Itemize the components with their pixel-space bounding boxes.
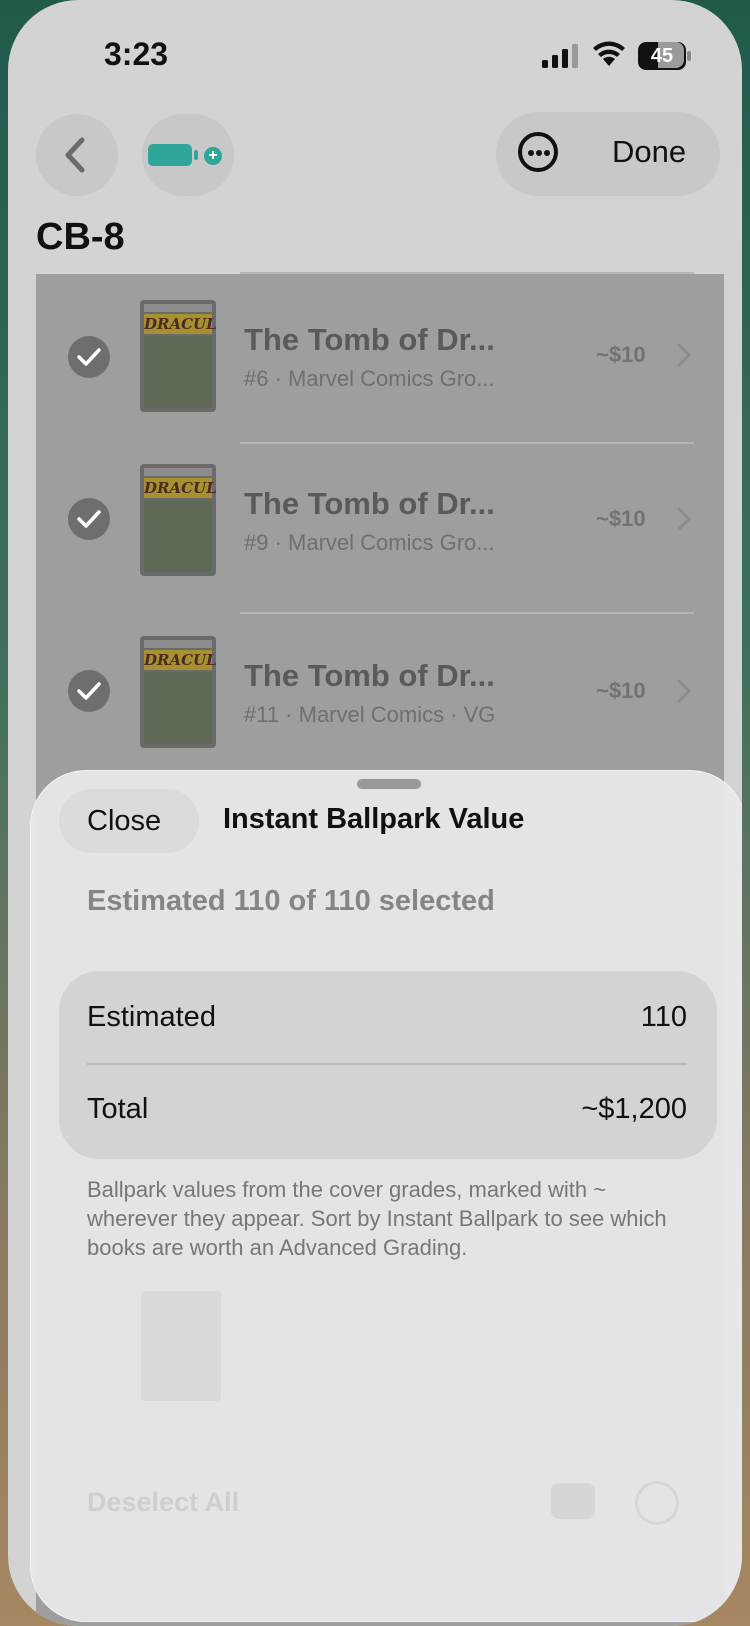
deselect-all-button[interactable]: Deselect All: [87, 1487, 239, 1518]
chevron-right-icon: [677, 343, 692, 367]
selected-checkbox[interactable]: [68, 670, 110, 712]
info-icon[interactable]: [635, 1481, 679, 1525]
comic-cover: DRACULA: [140, 464, 216, 576]
add-battery-button[interactable]: +: [142, 114, 234, 196]
selected-checkbox[interactable]: [68, 498, 110, 540]
back-chevron-icon: [65, 137, 85, 173]
blurred-cover: [141, 1291, 221, 1401]
nav-right-group: Done: [496, 112, 720, 196]
checkmark-icon: [77, 510, 101, 528]
estimated-label: Estimated: [87, 1001, 216, 1033]
wifi-icon: [593, 41, 625, 66]
comic-cover: DRACULA: [140, 300, 216, 412]
comic-price: ~$10: [596, 678, 646, 703]
battery-icon: 45: [638, 42, 692, 70]
list-item[interactable]: DRACULA The Tomb of Dr... #9 · Marvel Co…: [36, 442, 724, 612]
signal-icon: [542, 44, 578, 68]
comic-cover: DRACULA: [140, 636, 216, 748]
more-icon[interactable]: [518, 132, 558, 172]
page-title: CB-8: [36, 216, 125, 258]
comic-title: The Tomb of Dr...: [244, 658, 495, 693]
status-bar: 3:23 45: [8, 0, 742, 110]
close-button[interactable]: Close: [59, 789, 199, 853]
comic-title: The Tomb of Dr...: [244, 486, 495, 521]
back-button[interactable]: [36, 114, 118, 196]
battery-level: 45: [650, 45, 674, 67]
ballpark-value-sheet: Close Instant Ballpark Value Estimated 1…: [30, 770, 742, 1622]
chevron-right-icon: [677, 679, 692, 703]
comic-price: ~$10: [596, 342, 646, 367]
estimated-value: 110: [640, 1001, 687, 1033]
comic-price: ~$10: [596, 506, 646, 531]
comic-subtitle: #9 · Marvel Comics Gro...: [244, 530, 495, 555]
checkmark-icon: [77, 348, 101, 366]
comic-subtitle: #6 · Marvel Comics Gro...: [244, 366, 495, 391]
total-label: Total: [87, 1093, 149, 1125]
done-button[interactable]: Done: [612, 134, 686, 170]
list-item[interactable]: DRACULA The Tomb of Dr... #6 · Marvel Co…: [36, 272, 724, 442]
sheet-title: Instant Ballpark Value: [223, 803, 525, 835]
divider: [87, 1063, 687, 1065]
sort-icon[interactable]: [551, 1483, 595, 1519]
sheet-grabber[interactable]: [357, 779, 421, 789]
comic-title: The Tomb of Dr...: [244, 322, 495, 357]
value-summary-card: Estimated 110 Total ~$1,200: [59, 971, 717, 1159]
explanation-note: Ballpark values from the cover grades, m…: [87, 1177, 667, 1260]
status-time: 3:23: [104, 36, 169, 72]
close-label: Close: [87, 805, 162, 837]
device-screen: 3:23 45 + Done CB-8 DRACUL The Tomb of D…: [8, 0, 742, 1626]
checkmark-icon: [77, 682, 101, 700]
selected-checkbox[interactable]: [68, 336, 110, 378]
chevron-right-icon: [677, 507, 692, 531]
comic-subtitle: #11 · Marvel Comics · VG: [244, 702, 496, 727]
selection-summary: Estimated 110 of 110 selected: [87, 885, 495, 917]
total-value: ~$1,200: [581, 1093, 687, 1125]
list-item[interactable]: DRACULA The Tomb of Dr... #11 · Marvel C…: [36, 612, 724, 782]
